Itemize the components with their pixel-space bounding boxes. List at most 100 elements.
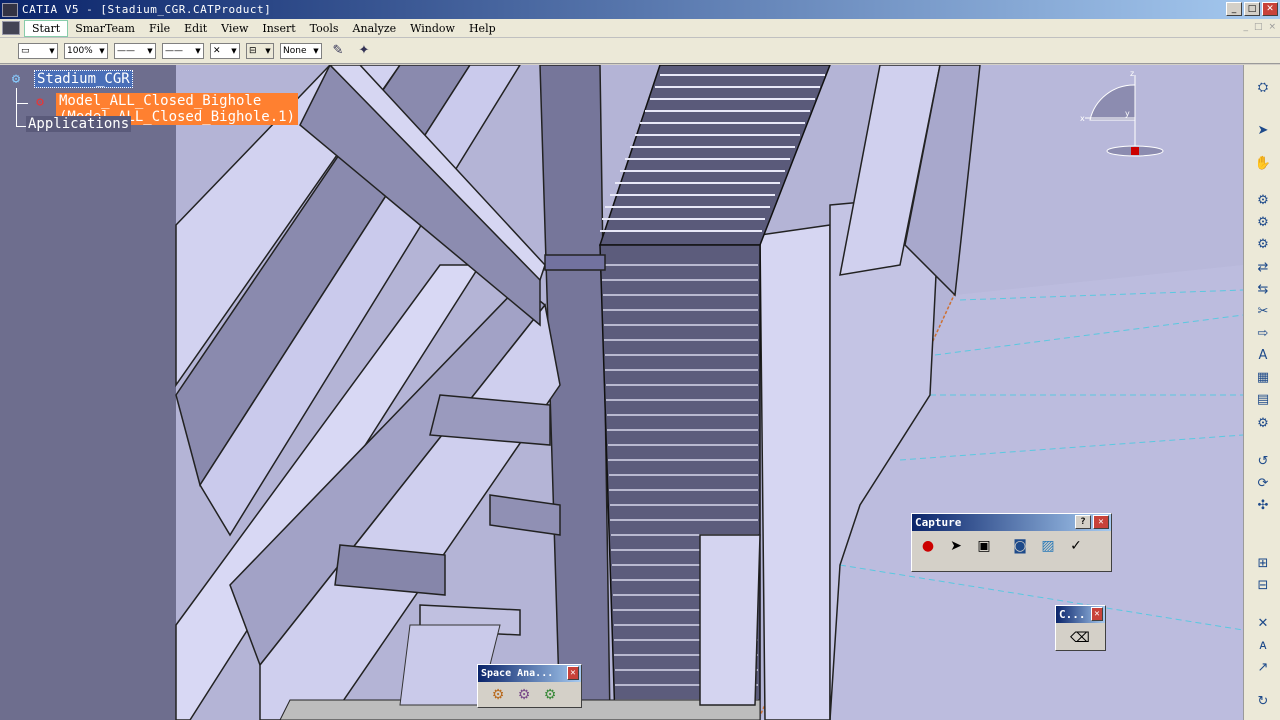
explode-icon[interactable]: ✣ [1252,495,1274,515]
chevron-down-icon: ▼ [195,46,201,55]
maximize-button[interactable]: □ [1244,2,1260,16]
workbench-icon[interactable]: ⛭ [1252,77,1274,97]
capture-title-text: Capture [915,516,962,529]
select-arrow-icon[interactable]: ➤ [1252,120,1274,140]
rendering-style-combo[interactable]: ⊟ ▼ [246,42,274,59]
layer-value: None [283,45,307,56]
capture-close-button[interactable]: ✕ [1093,515,1109,529]
tree-connector [16,126,26,127]
line-type-combo[interactable]: —— ▼ [162,42,204,59]
multi-instantiation-icon[interactable]: ▤ [1252,389,1274,409]
format-painter-icon[interactable]: ✎ [328,42,348,60]
fill-swatch-icon: ▭ [21,45,30,56]
c-toolbar-body: ⌫ [1056,623,1105,653]
product-icon[interactable]: ⚙ [4,70,28,88]
close-button[interactable]: ✕ [1262,2,1278,16]
menu-view[interactable]: View [214,21,255,36]
new-component-icon[interactable]: ⚙ [1252,212,1274,232]
menu-help[interactable]: Help [462,21,503,36]
image-album-icon[interactable]: ▨ [1036,535,1060,557]
graphic-properties-icon[interactable]: ✦ [354,42,374,60]
space-close-button[interactable]: ✕ [567,666,579,680]
eraser-icon[interactable]: ⌫ [1068,627,1092,649]
generate-numbering-icon[interactable]: ✂ [1252,301,1274,321]
menu-start[interactable]: Start [24,19,69,37]
component-icon[interactable]: ⚙ [28,93,52,111]
doc-minimize-button[interactable]: _ [1243,22,1248,32]
clash-icon[interactable]: ⚙ [486,684,510,706]
capture-toolbar: Capture ? ✕ ● ➤ ▣ ◙ ▨ ✓ [911,513,1112,572]
point-symbol-value: ✕ [213,45,221,56]
doc-restore-button[interactable]: □ [1254,22,1263,32]
sectioning-icon[interactable]: ⚙ [512,684,536,706]
tree-applications-node[interactable]: Applications [26,116,132,132]
document-icon[interactable] [2,21,20,35]
point-symbol-combo[interactable]: ✕ ▼ [210,42,240,59]
fast-multi-instantiation-icon[interactable]: ⚙ [1252,413,1274,433]
menu-insert[interactable]: Insert [255,21,302,36]
chevron-down-icon: ▼ [313,46,319,55]
selective-load-icon[interactable]: ⇨ [1252,323,1274,343]
tree-connector [16,103,28,104]
tree-connector [16,88,17,126]
space-analysis-toolbar: Space Ana... ✕ ⚙ ⚙ ⚙ [477,664,582,708]
compass-widget[interactable]: z y x [1080,69,1170,160]
compass-z-label: z [1130,70,1134,78]
layer-combo[interactable]: None ▼ [280,42,322,59]
options-icon[interactable]: ✓ [1064,535,1088,557]
graph-tree-reorder-icon[interactable]: ⇆ [1252,279,1274,299]
record-icon[interactable]: ● [916,535,940,557]
tree-root-node[interactable]: Stadium_CGR [34,70,133,88]
select-mode-icon[interactable]: ➤ [944,535,968,557]
catia-app-icon[interactable] [2,2,18,17]
snap-icon[interactable]: ⟳ [1252,473,1274,493]
menu-tools[interactable]: Tools [303,21,346,36]
doc-close-button[interactable]: × [1268,22,1276,32]
right-workbench-toolbar: ⛭ ➤ ✋ ⚙ ⚙ ⚙ ⇄ ⇆ ✂ ⇨ A ▦ ▤ ⚙ ↺ ⟳ ✣ ⊞ ⊟ ✕ … [1243,65,1280,720]
fill-color-combo[interactable]: ▭ ▼ [18,42,58,59]
c-close-button[interactable]: ✕ [1091,607,1103,621]
compass-x-label: x [1080,114,1085,123]
manipulation-icon[interactable]: ✋ [1252,153,1274,173]
chevron-down-icon: ▼ [147,46,153,55]
text-annotation-icon[interactable]: A [1252,345,1274,365]
menu-window[interactable]: Window [403,21,462,36]
annotation-flag-icon[interactable]: ✕ [1252,613,1274,633]
c-toolbar-title[interactable]: C... ✕ [1056,606,1105,623]
transparency-value: 100% [67,45,93,56]
space-analysis-title[interactable]: Space Ana... ✕ [478,665,581,682]
line-thickness-combo[interactable]: —— ▼ [114,42,156,59]
text-with-leader-icon[interactable]: ᴀ [1252,635,1274,655]
minimize-button[interactable]: _ [1226,2,1242,16]
capture-settings-icon[interactable]: ▣ [972,535,996,557]
camera-icon[interactable]: ◙ [1008,535,1032,557]
move-icon[interactable]: ↺ [1252,451,1274,471]
chevron-down-icon: ▼ [49,46,55,55]
menu-file[interactable]: File [142,21,177,36]
manage-representations-icon[interactable]: ▦ [1252,367,1274,387]
constraint-icon[interactable]: ⊞ [1252,553,1274,573]
capture-toolbar-body: ● ➤ ▣ ◙ ▨ ✓ [912,531,1111,561]
menu-analyze[interactable]: Analyze [346,21,404,36]
menu-smarteam[interactable]: SmarTeam [68,21,142,36]
chevron-down-icon: ▼ [231,46,237,55]
fix-component-icon[interactable]: ⊟ [1252,575,1274,595]
distance-icon[interactable]: ⚙ [538,684,562,706]
replace-component-icon[interactable]: ⇄ [1252,257,1274,277]
update-icon[interactable]: ↻ [1252,691,1274,711]
compass-y-label: y [1125,109,1130,118]
existing-component-icon[interactable]: ⚙ [1252,190,1274,210]
menu-bar: Start SmarTeam File Edit View Insert Too… [0,19,1280,38]
menu-edit[interactable]: Edit [177,21,214,36]
window-title: CATIA V5 - [Stadium_CGR.CATProduct] [22,3,272,16]
document-window-controls: _ □ × [1243,22,1276,32]
line-type-value: —— [165,45,183,56]
new-product-icon[interactable]: ⚙ [1252,234,1274,254]
capture-toolbar-title[interactable]: Capture ? ✕ [912,514,1111,531]
window-controls: _ □ ✕ [1226,2,1278,16]
rendering-style-icon: ⊟ [249,45,257,56]
title-bar: CATIA V5 - [Stadium_CGR.CATProduct] _ □ … [0,0,1280,19]
capture-help-button[interactable]: ? [1075,515,1091,529]
flag-note-icon[interactable]: ↗ [1252,657,1274,677]
transparency-combo[interactable]: 100% ▼ [64,42,108,59]
